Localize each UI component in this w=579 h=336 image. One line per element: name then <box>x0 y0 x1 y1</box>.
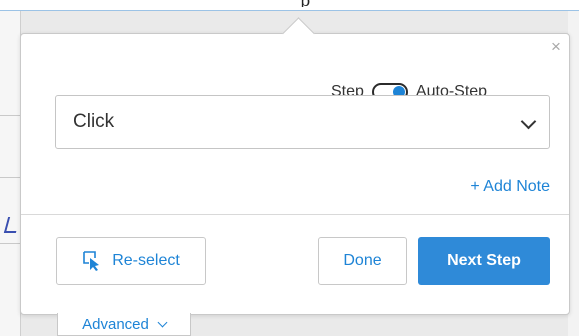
reselect-label: Re-select <box>112 252 180 269</box>
advanced-label: Advanced <box>82 315 149 333</box>
background-blue-mark <box>3 217 21 233</box>
cursor-select-icon <box>83 251 100 271</box>
background-row-line <box>0 243 20 244</box>
background-top-text: p <box>300 0 370 7</box>
background-top-bar: p <box>0 0 579 10</box>
step-popover: × Step Auto-Step Click + Add Note Re-sel… <box>20 17 570 315</box>
popover-caret <box>282 17 315 50</box>
chevron-down-icon <box>157 317 168 327</box>
done-button[interactable]: Done <box>318 237 407 285</box>
close-icon[interactable]: × <box>549 38 563 55</box>
next-step-button[interactable]: Next Step <box>418 237 550 285</box>
background-row-line <box>0 177 20 178</box>
background-border-line <box>0 10 579 11</box>
action-select-value: Click <box>73 111 115 132</box>
reselect-button[interactable]: Re-select <box>56 237 206 285</box>
advanced-button[interactable]: Advanced <box>57 313 191 336</box>
background-row-line <box>0 115 20 116</box>
chevron-down-icon <box>520 113 537 130</box>
popover-divider <box>21 214 569 215</box>
add-note-link[interactable]: + Add Note <box>470 178 550 196</box>
background-left-panel <box>0 11 21 336</box>
action-select[interactable]: Click <box>55 95 550 149</box>
